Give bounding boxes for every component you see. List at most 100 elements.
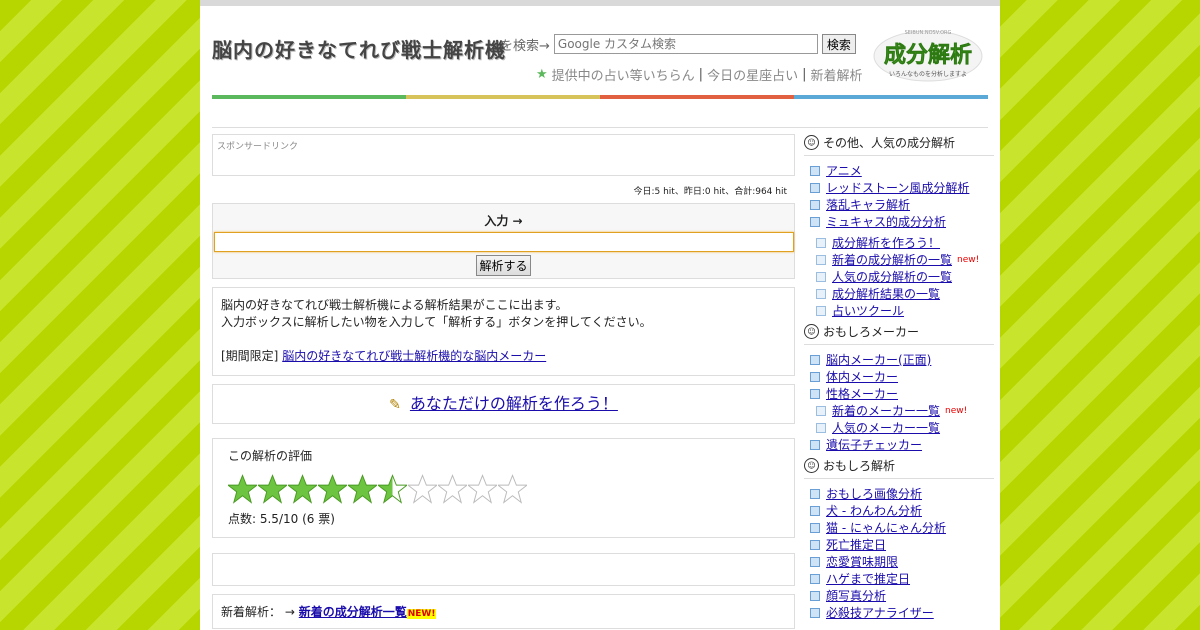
rating-star-icon[interactable]: [228, 474, 257, 504]
rating-star-icon[interactable]: [348, 474, 377, 504]
list-item: 成分解析結果の一覧: [804, 285, 994, 302]
star-icon: ★: [536, 67, 548, 82]
sidebar-link[interactable]: 新着のメーカー一覧: [832, 402, 940, 419]
rating-star-icon[interactable]: [408, 474, 437, 504]
rating-star-icon[interactable]: [378, 474, 407, 504]
sidebar-link[interactable]: ミュキャス的成分分析: [826, 213, 946, 230]
separator: |: [802, 67, 807, 82]
color-bar-segment: [212, 95, 406, 99]
sidebar: ☺ その他、人気の成分解析 アニメ レッドストーン風成分解析 落乱キャラ解析 ミ…: [804, 134, 994, 625]
bullet-icon: [816, 254, 826, 265]
input-box: 入力 → 解析する: [212, 203, 795, 279]
analyze-button[interactable]: 解析する: [476, 255, 531, 276]
sidebar-link[interactable]: 成分解析を作ろう！: [832, 234, 940, 251]
sidebar-link[interactable]: 必殺技アナライザー: [826, 604, 934, 621]
site-logo[interactable]: SEIBUN.NOSV.ORG 成分解析 いろんなものを分析しますよ: [872, 24, 984, 82]
list-item: 性格メーカー: [804, 385, 994, 402]
list-item: レッドストーン風成分解析: [804, 179, 994, 196]
list-item: 顔写真分析: [804, 587, 994, 604]
site-title[interactable]: 脳内の好きなてれび戦士解析機: [212, 34, 506, 63]
bullet-icon: [810, 439, 820, 450]
bullet-icon: [810, 505, 820, 516]
rating-star-icon[interactable]: [438, 474, 467, 504]
search-button[interactable]: 検索: [821, 34, 856, 54]
new-analysis-link[interactable]: 新着の成分解析一覧: [299, 605, 407, 619]
link-new-analysis[interactable]: 新着解析: [810, 65, 862, 84]
list-item: 必殺技アナライザー: [804, 604, 994, 621]
bullet-icon: [810, 556, 820, 567]
maker-list: 脳内メーカー(正面) 体内メーカー 性格メーカー 新着のメーカー一覧 new! 人…: [804, 351, 994, 453]
color-bar-segment: [406, 95, 600, 99]
new-badge: NEW!: [406, 609, 437, 619]
sidebar-link[interactable]: 人気の成分解析の一覧: [832, 268, 952, 285]
bullet-icon: [810, 488, 820, 499]
link-horoscope[interactable]: 今日の星座占い: [707, 65, 798, 84]
sidebar-link[interactable]: 体内メーカー: [826, 368, 898, 385]
bullet-icon: [816, 271, 826, 282]
new-label: 新着解析：: [221, 605, 282, 619]
rating-star-icon[interactable]: [258, 474, 287, 504]
sidebar-link[interactable]: 犬 - わんわん分析: [826, 502, 922, 519]
rating-star-icon[interactable]: [288, 474, 317, 504]
divider: [212, 127, 988, 128]
sidebar-link[interactable]: 人気のメーカー一覧: [832, 419, 940, 436]
ad-box: [212, 553, 795, 586]
rating-stars[interactable]: [228, 474, 779, 506]
bullet-icon: [816, 422, 826, 433]
bullet-icon: [810, 388, 820, 399]
sidebar-link[interactable]: アニメ: [826, 162, 862, 179]
sidebar-link[interactable]: 脳内メーカー(正面): [826, 351, 931, 368]
sidebar-link[interactable]: 落乱キャラ解析: [826, 196, 910, 213]
search-area: を検索→ 検索: [500, 34, 856, 54]
description-box: 脳内の好きなてれび戦士解析機による解析結果がここに出ます。 入力ボックスに解析し…: [212, 287, 795, 376]
popular-sub-list: 成分解析を作ろう！ 新着の成分解析の一覧 new! 人気の成分解析の一覧 成分解析…: [804, 234, 994, 319]
rating-score: 点数: 5.5/10 (6 票): [228, 512, 335, 526]
search-input[interactable]: [553, 34, 818, 54]
rating-star-icon[interactable]: [468, 474, 497, 504]
rating-star-icon[interactable]: [498, 474, 527, 504]
sponsor-label: スポンサードリンク: [217, 142, 299, 152]
limited-maker-link[interactable]: 脳内の好きなてれび戦士解析機的な脳内メーカー: [282, 349, 546, 363]
rating-star-icon[interactable]: [318, 474, 347, 504]
list-item: 遺伝子チェッカー: [804, 436, 994, 453]
analysis-input[interactable]: [213, 232, 794, 252]
smiley-icon: ☺: [804, 458, 819, 473]
make-own-box: ✎ あなただけの解析を作ろう！: [212, 384, 795, 424]
hit-counter: 今日:5 hit、昨日:0 hit、合計:964 hit: [633, 187, 787, 197]
bullet-icon: [816, 305, 826, 316]
sidebar-link[interactable]: 猫 - にゃんにゃん分析: [826, 519, 946, 536]
sidebar-link[interactable]: 成分解析結果の一覧: [832, 285, 940, 302]
bullet-icon: [810, 371, 820, 382]
limited-prefix: [期間限定]: [221, 349, 279, 363]
sidebar-section-title: ☺ おもしろ解析: [804, 457, 994, 479]
list-item: アニメ: [804, 162, 994, 179]
bullet-icon: [816, 237, 826, 248]
bullet-icon: [810, 607, 820, 618]
list-item: ミュキャス的成分分析: [804, 213, 994, 230]
section-title: その他、人気の成分解析: [823, 136, 956, 150]
bullet-icon: [810, 199, 820, 210]
popular-list: アニメ レッドストーン風成分解析 落乱キャラ解析 ミュキャス的成分分析: [804, 162, 994, 230]
list-item: 新着の成分解析の一覧 new!: [804, 251, 994, 268]
link-fortune-list[interactable]: 提供中の占い等いちらん: [552, 65, 695, 84]
list-item: 人気のメーカー一覧: [804, 419, 994, 436]
color-bar-segment: [600, 95, 794, 99]
logo-top-text: SEIBUN.NOSV.ORG: [905, 30, 952, 36]
sidebar-link[interactable]: レッドストーン風成分解析: [826, 179, 969, 196]
sidebar-link[interactable]: 性格メーカー: [826, 385, 898, 402]
sidebar-link[interactable]: 新着の成分解析の一覧: [832, 251, 952, 268]
bullet-icon: [810, 354, 820, 365]
list-item: 新着のメーカー一覧 new!: [804, 402, 994, 419]
sidebar-link[interactable]: 遺伝子チェッカー: [826, 436, 922, 453]
sidebar-link[interactable]: おもしろ画像分析: [826, 485, 922, 502]
sidebar-link[interactable]: 死亡推定日: [826, 536, 886, 553]
sidebar-link[interactable]: ハゲまで推定日: [826, 570, 910, 587]
desc-line-2: 入力ボックスに解析したい物を入力して「解析する」ボタンを押してください。: [221, 315, 652, 329]
make-own-link[interactable]: あなただけの解析を作ろう！: [410, 394, 618, 413]
bullet-icon: [810, 539, 820, 550]
list-item: 猫 - にゃんにゃん分析: [804, 519, 994, 536]
sidebar-link[interactable]: 恋愛賞味期限: [826, 553, 898, 570]
sidebar-link[interactable]: 占いツクール: [832, 302, 904, 319]
sidebar-link[interactable]: 顔写真分析: [826, 587, 886, 604]
color-bar: [212, 95, 988, 99]
